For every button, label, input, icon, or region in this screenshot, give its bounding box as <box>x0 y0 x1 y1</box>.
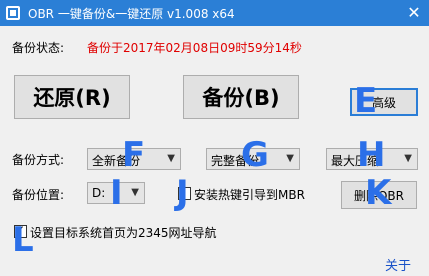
overlay-letter-h: H <box>357 135 386 175</box>
homepage-checkbox-label: 设置目标系统首页为2345网址导航 <box>30 226 217 240</box>
main-panel: 备份状态: 备份于2017年02月08日09时59分14秒 还原(R) 备份(B… <box>0 26 429 276</box>
overlay-letter-e: E <box>354 81 378 121</box>
hotkey-checkbox-label: 安装热键引导到MBR <box>194 188 305 202</box>
overlay-letter-i: I <box>110 173 123 213</box>
restore-button[interactable]: 还原(R) <box>14 75 130 119</box>
overlay-letter-k: K <box>365 173 392 213</box>
app-icon <box>6 6 20 20</box>
backup-location-value: D: <box>92 186 106 200</box>
backup-location-label: 备份位置: <box>12 188 65 202</box>
close-button[interactable]: ✕ <box>399 0 429 26</box>
status-label: 备份状态: <box>12 41 65 55</box>
status-value: 备份于2017年02月08日09时59分14秒 <box>87 41 302 55</box>
overlay-letter-j: J <box>176 173 189 213</box>
chevron-down-icon: ▼ <box>131 187 139 198</box>
about-link[interactable]: 关于 <box>385 255 411 274</box>
title-bar: OBR 一键备份&一键还原 v1.008 x64 ✕ <box>0 0 429 26</box>
chevron-down-icon: ▼ <box>167 153 175 164</box>
backup-mode-label: 备份方式: <box>12 153 65 167</box>
backup-button[interactable]: 备份(B) <box>183 75 299 119</box>
chevron-down-icon: ▼ <box>286 153 294 164</box>
chevron-down-icon: ▼ <box>404 153 412 164</box>
overlay-letter-g: G <box>241 135 269 175</box>
overlay-letter-l: L <box>12 220 34 260</box>
window-title: OBR 一键备份&一键还原 v1.008 x64 <box>28 7 235 21</box>
overlay-letter-f: F <box>122 135 146 175</box>
